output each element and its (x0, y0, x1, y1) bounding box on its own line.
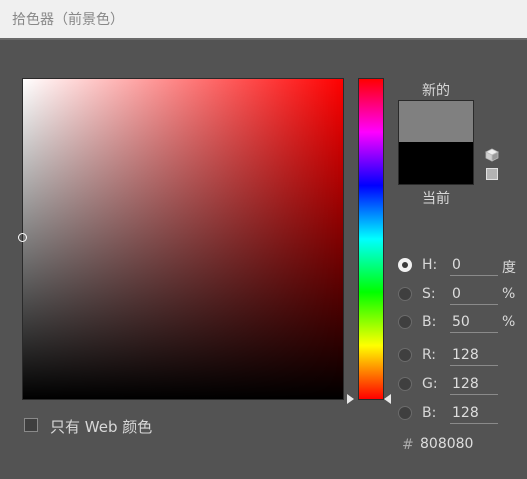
hex-label: # (402, 437, 414, 453)
hue-slider-left-arrow[interactable] (347, 394, 354, 404)
current-color-label: 当前 (422, 191, 450, 207)
hex-input[interactable] (420, 434, 500, 454)
r-radio[interactable] (398, 348, 412, 362)
saturation-brightness-field[interactable] (18, 78, 344, 400)
hsb-row-s: S: % (398, 284, 523, 306)
b-radio[interactable] (398, 315, 412, 329)
g-input[interactable] (450, 374, 498, 395)
hue-slider[interactable] (358, 78, 384, 400)
r-label: R: (422, 347, 437, 363)
rgb-row-r: R: (398, 345, 523, 367)
s-unit: % (502, 286, 516, 302)
color-marker[interactable] (18, 233, 27, 242)
s-input[interactable] (450, 284, 498, 305)
new-color-label: 新的 (422, 83, 450, 99)
cube-icon[interactable] (485, 148, 499, 162)
h-unit: 度 (502, 260, 516, 276)
hsb-row-b: B: % (398, 312, 523, 334)
dialog-title: 拾色器（前景色） (12, 12, 124, 28)
rgb-row-b: B: (398, 403, 523, 425)
h-input[interactable] (450, 255, 498, 276)
current-color-swatch[interactable] (398, 142, 474, 185)
hsb-row-h: H: 度 (398, 255, 523, 277)
web-colors-label: 只有 Web 颜色 (50, 418, 153, 436)
title-divider (0, 38, 527, 40)
websafe-swatch-icon[interactable] (486, 168, 498, 180)
title-bar: 拾色器（前景色） (0, 0, 527, 38)
rgb-row-g: G: (398, 374, 523, 396)
s-label: S: (422, 286, 436, 302)
blue-input[interactable] (450, 403, 498, 424)
b-unit: % (502, 314, 516, 330)
s-radio[interactable] (398, 287, 412, 301)
blue-radio[interactable] (398, 406, 412, 420)
h-radio[interactable] (398, 258, 412, 272)
h-label: H: (422, 257, 438, 273)
g-label: G: (422, 376, 438, 392)
blue-label: B: (422, 405, 437, 421)
b-label: B: (422, 314, 437, 330)
new-color-swatch (398, 100, 474, 143)
g-radio[interactable] (398, 377, 412, 391)
b-input[interactable] (450, 312, 498, 333)
hue-slider-right-arrow[interactable] (384, 394, 391, 404)
web-colors-checkbox[interactable] (24, 418, 38, 432)
r-input[interactable] (450, 345, 498, 366)
